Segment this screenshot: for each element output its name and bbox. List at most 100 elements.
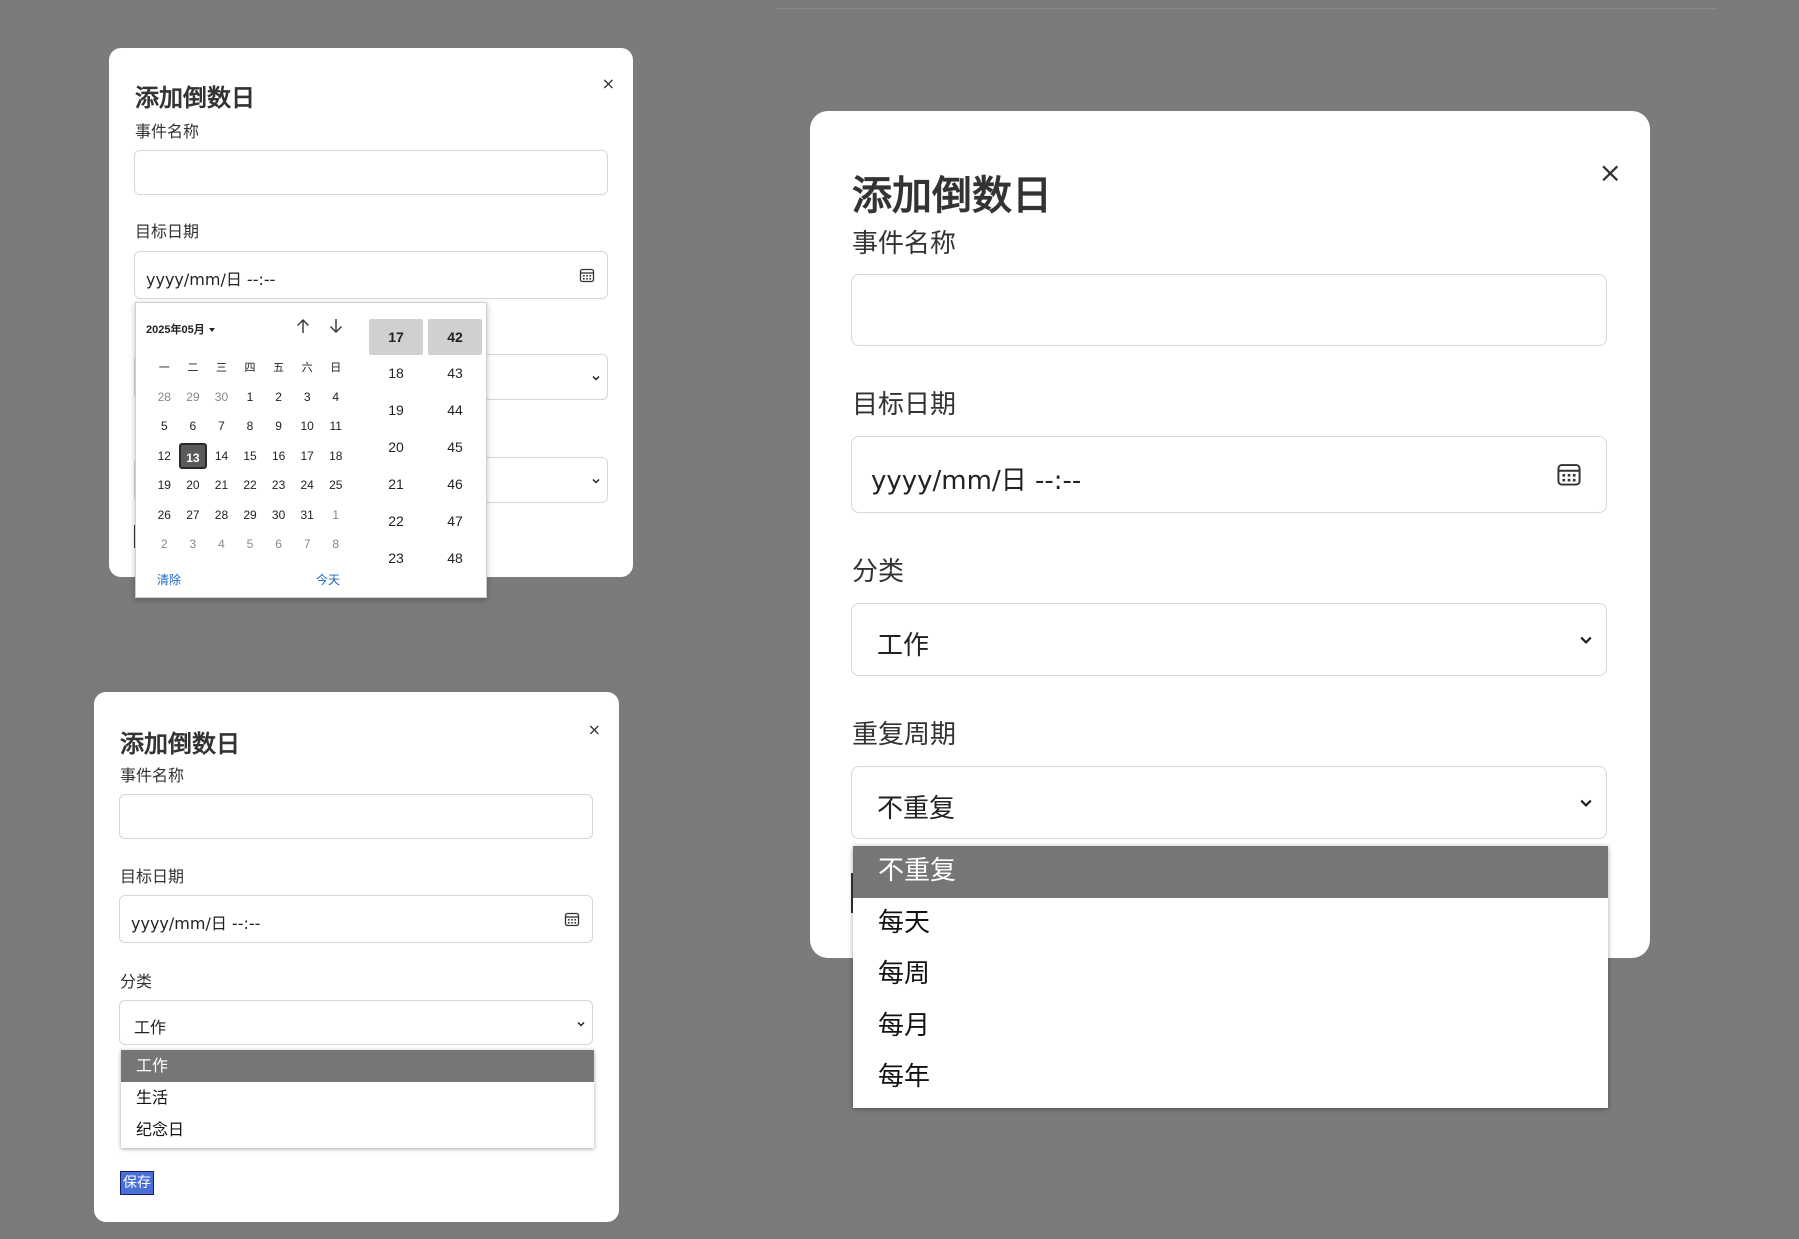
calendar-day[interactable]: 7 xyxy=(293,531,322,557)
event-name-input[interactable] xyxy=(134,150,608,195)
calendar-day[interactable]: 12 xyxy=(150,443,179,469)
category-option[interactable]: 纪念日 xyxy=(121,1114,594,1146)
hour-option[interactable]: 20 xyxy=(369,429,423,466)
calendar-day[interactable]: 30 xyxy=(207,384,236,410)
calendar-day[interactable]: 26 xyxy=(150,502,179,528)
weekday-label: 一 xyxy=(158,361,170,374)
calendar-day[interactable]: 23 xyxy=(264,472,293,498)
hour-option[interactable]: 21 xyxy=(369,466,423,503)
calendar-day[interactable]: 19 xyxy=(150,472,179,498)
calendar-day[interactable]: 15 xyxy=(236,443,265,469)
calendar-day[interactable]: 2 xyxy=(264,384,293,410)
close-icon[interactable]: × xyxy=(588,722,601,738)
calendar-day[interactable]: 8 xyxy=(321,531,350,557)
repeat-option[interactable]: 不重复 xyxy=(853,846,1608,898)
hour-option[interactable]: 23 xyxy=(369,540,423,577)
calendar-day[interactable]: 3 xyxy=(179,531,208,557)
minute-option[interactable]: 43 xyxy=(428,355,482,392)
event-name-input[interactable] xyxy=(851,274,1607,346)
calendar-day-selected[interactable]: 13 xyxy=(178,442,208,469)
calendar-day[interactable]: 16 xyxy=(264,443,293,469)
close-icon[interactable]: × xyxy=(602,76,615,92)
calendar-day[interactable]: 14 xyxy=(207,443,236,469)
repeat-label: 重复周期 xyxy=(852,720,957,750)
event-name-label: 事件名称 xyxy=(852,229,957,259)
save-button[interactable]: 保存 xyxy=(120,1171,154,1195)
calendar-day[interactable]: 9 xyxy=(264,413,293,439)
calendar-day[interactable]: 4 xyxy=(321,384,350,410)
calendar-day[interactable]: 21 xyxy=(207,472,236,498)
calendar-day[interactable]: 6 xyxy=(264,531,293,557)
caret-down-icon xyxy=(208,328,215,333)
calendar-day[interactable]: 29 xyxy=(236,502,265,528)
minute-option[interactable]: 46 xyxy=(428,466,482,503)
minute-column: 42 43 44 45 46 47 48 xyxy=(428,319,482,577)
calendar-day[interactable]: 6 xyxy=(179,413,208,439)
target-date-input[interactable]: yyyy/mm/日 --:-- xyxy=(851,436,1607,513)
calendar-day[interactable]: 5 xyxy=(236,531,265,557)
calendar-day[interactable]: 28 xyxy=(207,502,236,528)
calendar-day[interactable]: 20 xyxy=(179,472,208,498)
date-picker-popup: 2025年05月 一二三四五六日 28 29 30 1 2 3 4 5 6 7 8 9 10 11 12 13 1… xyxy=(135,302,487,598)
repeat-option[interactable]: 每年 xyxy=(853,1052,1608,1104)
chevron-down-icon xyxy=(577,1021,585,1027)
calendar-day[interactable]: 18 xyxy=(321,443,350,469)
calendar-day[interactable]: 30 xyxy=(264,502,293,528)
calendar-day[interactable]: 10 xyxy=(293,413,322,439)
calendar-week-row: 12 13 14 15 16 17 18 xyxy=(150,441,350,470)
category-option[interactable]: 生活 xyxy=(121,1082,594,1114)
calendar-day[interactable]: 29 xyxy=(179,384,208,410)
date-placeholder: yyyy/mm/日 --:-- xyxy=(131,914,261,933)
calendar-day[interactable]: 31 xyxy=(293,502,322,528)
month-year-select[interactable]: 2025年05月 xyxy=(146,321,215,337)
calendar-day[interactable]: 3 xyxy=(293,384,322,410)
calendar-day[interactable]: 11 xyxy=(321,413,350,439)
minute-option[interactable]: 44 xyxy=(428,392,482,429)
calendar-day[interactable]: 4 xyxy=(207,531,236,557)
target-date-input[interactable]: yyyy/mm/日 --:-- xyxy=(134,251,608,299)
repeat-select[interactable]: 不重复 xyxy=(851,766,1607,839)
repeat-option[interactable]: 每月 xyxy=(853,1001,1608,1053)
chevron-down-icon xyxy=(592,375,600,381)
calendar-week-row: 5 6 7 8 9 10 11 xyxy=(150,412,350,441)
calendar-day[interactable]: 1 xyxy=(321,502,350,528)
category-value: 工作 xyxy=(877,631,930,661)
chevron-down-icon xyxy=(1580,636,1592,644)
calendar-icon[interactable] xyxy=(579,267,595,283)
minute-option[interactable]: 45 xyxy=(428,429,482,466)
hour-option[interactable]: 18 xyxy=(369,355,423,392)
repeat-option[interactable]: 每天 xyxy=(853,898,1608,950)
calendar-day[interactable]: 24 xyxy=(293,472,322,498)
calendar-day[interactable]: 27 xyxy=(179,502,208,528)
minute-option[interactable]: 48 xyxy=(428,540,482,577)
category-select[interactable]: 工作 xyxy=(851,603,1607,676)
minute-option[interactable]: 42 xyxy=(428,319,482,355)
today-button[interactable]: 今天 xyxy=(316,571,340,588)
calendar-day[interactable]: 22 xyxy=(236,472,265,498)
calendar-day[interactable]: 5 xyxy=(150,413,179,439)
calendar-icon[interactable] xyxy=(1556,461,1582,487)
event-name-input[interactable] xyxy=(119,794,593,839)
calendar-day[interactable]: 28 xyxy=(150,384,179,410)
calendar-icon[interactable] xyxy=(564,911,580,927)
calendar-day[interactable]: 17 xyxy=(293,443,322,469)
calendar-day[interactable]: 7 xyxy=(207,413,236,439)
chevron-down-icon xyxy=(592,478,600,484)
category-select[interactable]: 工作 xyxy=(119,1000,593,1045)
clear-button[interactable]: 清除 xyxy=(157,571,181,588)
repeat-option[interactable]: 每周 xyxy=(853,949,1608,1001)
hour-option[interactable]: 17 xyxy=(369,319,423,355)
hour-option[interactable]: 19 xyxy=(369,392,423,429)
arrow-up-icon[interactable] xyxy=(294,317,312,335)
target-date-input[interactable]: yyyy/mm/日 --:-- xyxy=(119,895,593,943)
arrow-down-icon[interactable] xyxy=(327,317,345,335)
calendar-day[interactable]: 25 xyxy=(321,472,350,498)
minute-option[interactable]: 47 xyxy=(428,503,482,540)
close-icon[interactable]: × xyxy=(1599,159,1622,187)
calendar-day[interactable]: 2 xyxy=(150,531,179,557)
date-placeholder: yyyy/mm/日 --:-- xyxy=(146,270,276,289)
calendar-day[interactable]: 8 xyxy=(236,413,265,439)
hour-option[interactable]: 22 xyxy=(369,503,423,540)
calendar-day[interactable]: 1 xyxy=(236,384,265,410)
category-option[interactable]: 工作 xyxy=(121,1050,594,1082)
